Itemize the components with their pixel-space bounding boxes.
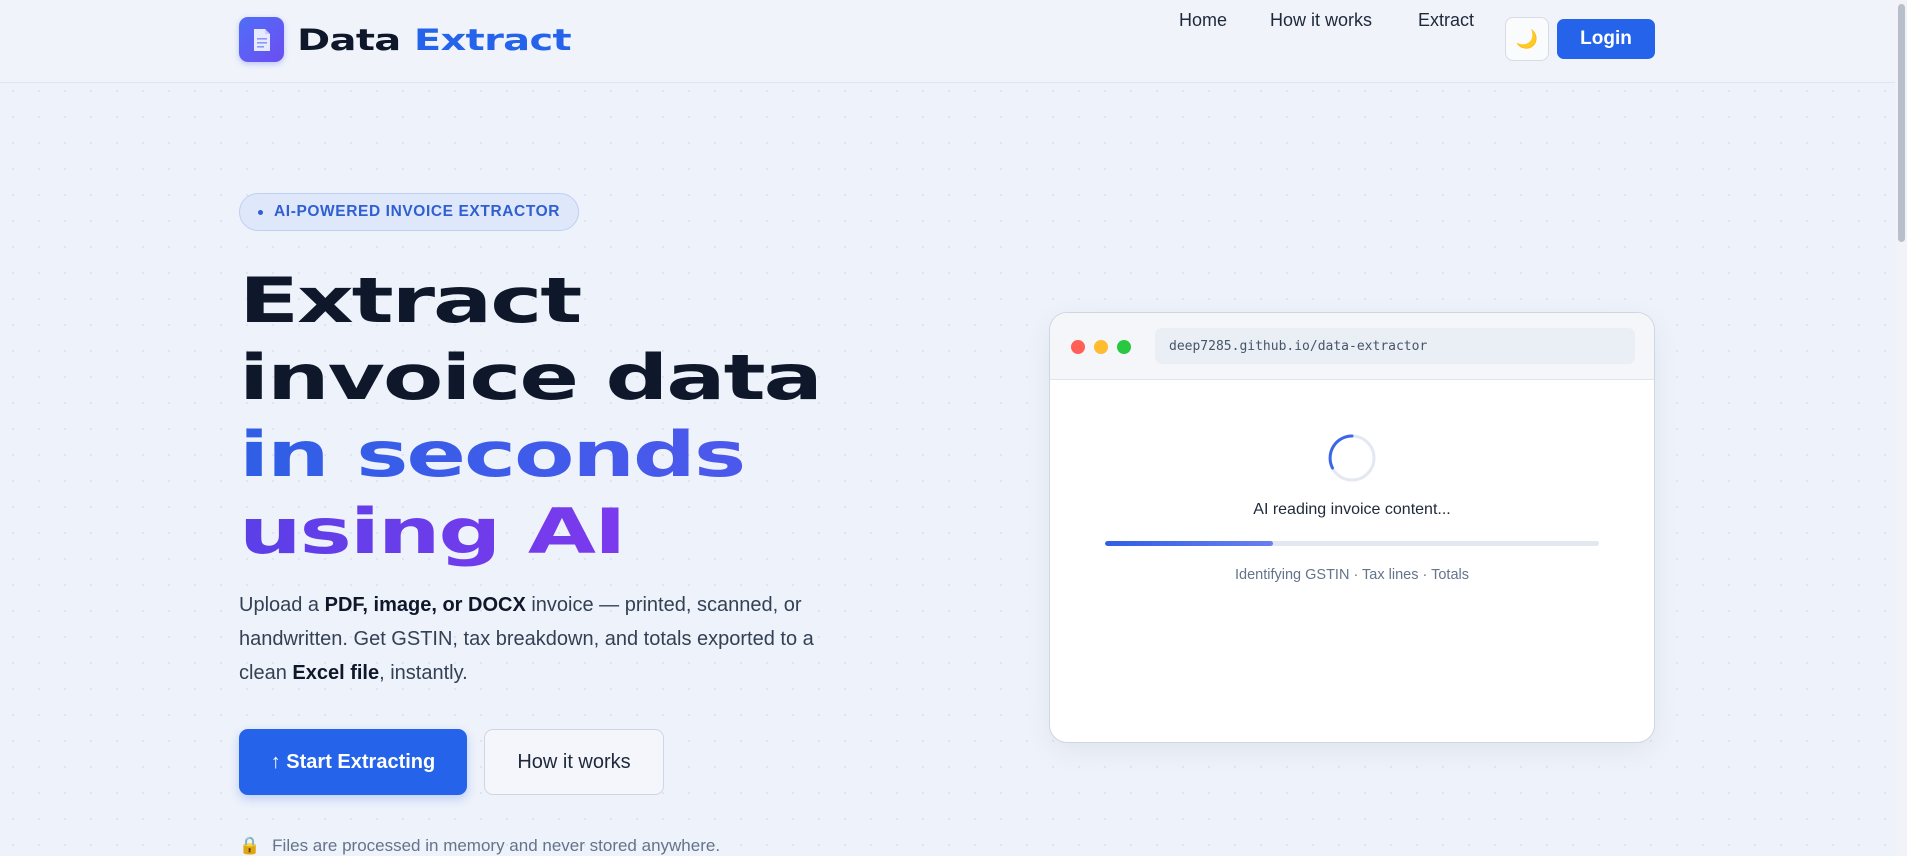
browser-preview: deep7285.github.io/data-extractor AI rea… xyxy=(1049,312,1655,743)
loading-spinner-icon xyxy=(1328,434,1376,482)
close-dot-icon xyxy=(1071,340,1085,354)
desc-formats: PDF, image, or DOCX xyxy=(324,594,526,616)
extraction-status: AI reading invoice content... xyxy=(1253,501,1451,518)
nav-home[interactable]: Home xyxy=(1179,10,1227,31)
moon-icon: 🌙 xyxy=(1515,28,1539,50)
hero-description: Upload a PDF, image, or DOCX invoice — p… xyxy=(239,588,859,690)
badge-dot xyxy=(258,209,263,215)
theme-toggle-button[interactable]: 🌙 xyxy=(1505,17,1549,61)
minimize-dot-icon xyxy=(1094,340,1108,354)
brand-logo[interactable]: Data Extract xyxy=(239,17,572,62)
badge-label: AI-POWERED INVOICE EXTRACTOR xyxy=(274,203,561,220)
brand-name-part1: Data xyxy=(297,22,401,57)
brand-name: Data Extract xyxy=(297,22,572,57)
brand-name-part2: Extract xyxy=(413,22,572,57)
nav-extract[interactable]: Extract xyxy=(1418,10,1474,31)
url-bar: deep7285.github.io/data-extractor xyxy=(1155,328,1635,364)
start-extracting-button[interactable]: ↑ Start Extracting xyxy=(239,729,467,795)
headline-line-3: in seconds xyxy=(239,418,746,491)
page-scrollbar-thumb[interactable] xyxy=(1898,4,1905,242)
hero-badge: AI-POWERED INVOICE EXTRACTOR xyxy=(239,193,580,231)
site-header: Data Extract Home How it works Extract 🌙… xyxy=(0,0,1907,83)
extraction-progress-bar xyxy=(1105,541,1599,546)
document-icon xyxy=(239,17,284,62)
privacy-note: 🔒 Files are processed in memory and neve… xyxy=(239,836,720,856)
desc-part-3: , instantly. xyxy=(379,662,468,684)
login-button[interactable]: Login xyxy=(1557,19,1655,59)
desc-excel: Excel file xyxy=(292,662,380,684)
extraction-steps: Identifying GSTIN · Tax lines · Totals xyxy=(1235,567,1469,583)
extraction-progress-fill xyxy=(1105,541,1273,546)
headline-line-4: using AI xyxy=(239,495,627,568)
desc-part-1: Upload a xyxy=(239,594,325,616)
how-it-works-button[interactable]: How it works xyxy=(484,729,664,795)
hero-headline: Extract invoice data in seconds using AI xyxy=(239,262,999,570)
nav-how-it-works[interactable]: How it works xyxy=(1270,10,1372,31)
maximize-dot-icon xyxy=(1117,340,1131,354)
privacy-note-text: Files are processed in memory and never … xyxy=(272,836,721,855)
lock-icon: 🔒 xyxy=(239,836,261,855)
browser-toolbar: deep7285.github.io/data-extractor xyxy=(1050,313,1654,380)
